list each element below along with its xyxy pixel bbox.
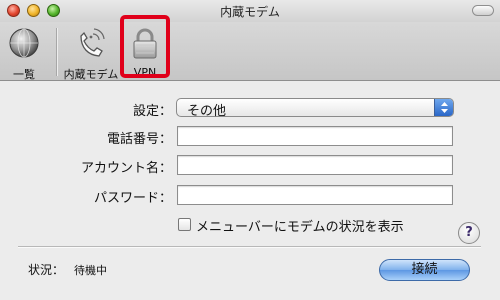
settings-label: 設定：: [132, 104, 172, 119]
show-modem-status-checkbox[interactable]: [178, 218, 191, 231]
settings-select[interactable]: その他: [176, 98, 454, 119]
password-field[interactable]: [177, 185, 453, 205]
toolbar: 一覧 内蔵モデム VPN: [0, 15, 500, 82]
toolbar-item-label: 内蔵モデム: [63, 68, 119, 81]
preferences-window: 内蔵モデム 一覧 内蔵モデム VPN 設定： その他 電話番号： アカウント名：…: [0, 0, 500, 300]
toolbar-item-internal-modem[interactable]: 内蔵モデム: [62, 26, 120, 82]
toolbar-item-show-all[interactable]: 一覧: [4, 26, 44, 82]
account-name-label: アカウント名：: [80, 161, 172, 176]
status-label: 状況：: [28, 263, 65, 277]
toolbar-toggle-button[interactable]: [472, 5, 494, 16]
phone-icon: [80, 28, 105, 57]
connect-button[interactable]: 接続: [379, 259, 470, 281]
toolbar-separator: [56, 28, 57, 76]
select-arrows-icon: [434, 99, 453, 116]
show-modem-status-label[interactable]: メニューバーにモデムの状況を表示: [196, 216, 404, 235]
status-value: 待機中: [74, 264, 107, 277]
selected-item-highlight: [120, 15, 170, 78]
toolbar-item-label: 一覧: [13, 68, 35, 81]
phone-number-label: 電話番号：: [106, 132, 172, 147]
divider: [18, 246, 481, 247]
account-name-field[interactable]: [177, 155, 453, 175]
globe-icon: [9, 28, 39, 58]
password-label: パスワード：: [93, 191, 172, 206]
window-title: 内蔵モデム: [220, 5, 280, 19]
title-bar: 内蔵モデム: [0, 0, 500, 22]
help-button[interactable]: ?: [458, 222, 480, 244]
phone-number-field[interactable]: [177, 126, 453, 146]
settings-select-value: その他: [187, 104, 227, 119]
